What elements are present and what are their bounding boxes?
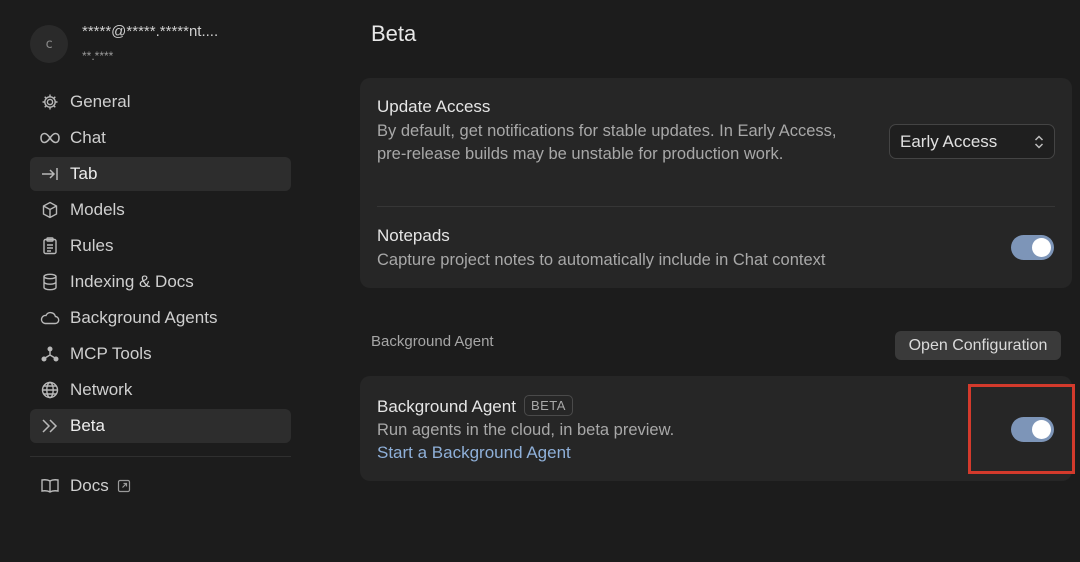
sidebar-item-tab[interactable]: Tab [30, 157, 291, 191]
sidebar-item-label: Rules [70, 236, 114, 255]
sidebar-item-indexing-docs[interactable]: Indexing & Docs [30, 265, 291, 299]
update-access-select-value: Early Access [900, 131, 998, 151]
sidebar-item-label: Network [70, 380, 133, 399]
gear-icon [39, 93, 61, 111]
clipboard-icon [39, 237, 61, 255]
sidebar-nav: General Chat Tab Models Rules Indexing &… [30, 85, 291, 445]
highlight-annotation [968, 384, 1075, 474]
open-configuration-button[interactable]: Open Configuration [895, 331, 1061, 360]
sidebar-item-label: Background Agents [70, 308, 218, 327]
update-access-title: Update Access [377, 97, 491, 116]
sidebar-item-label: Indexing & Docs [70, 272, 194, 291]
sidebar-item-docs[interactable]: Docs [30, 469, 291, 503]
sidebar-item-label: Beta [70, 416, 105, 435]
sidebar-item-mcp-tools[interactable]: MCP Tools [30, 337, 291, 371]
update-access-description: By default, get notifications for stable… [377, 122, 837, 163]
sidebar: c *****@*****.*****nt.... **.**** Genera… [0, 0, 310, 562]
sidebar-item-label: Tab [70, 164, 98, 183]
sidebar-item-models[interactable]: Models [30, 193, 291, 227]
sidebar-item-label: MCP Tools [70, 344, 152, 363]
notepads-description: Capture project notes to automatically i… [377, 251, 826, 269]
book-icon [39, 477, 61, 495]
sidebar-item-label: Chat [70, 128, 106, 147]
external-link-icon [117, 479, 131, 493]
docs-label: Docs [70, 476, 109, 495]
sidebar-item-chat[interactable]: Chat [30, 121, 291, 155]
background-agent-title: Background Agent [377, 397, 516, 416]
database-icon [39, 273, 61, 291]
tab-arrow-icon [39, 165, 61, 183]
settings-window: c *****@*****.*****nt.... **.**** Genera… [0, 0, 1080, 562]
notepads-toggle[interactable] [1011, 235, 1054, 260]
toggle-knob [1032, 238, 1051, 257]
cloud-icon [39, 309, 61, 327]
sidebar-item-label: General [70, 92, 131, 111]
card-divider [377, 206, 1055, 207]
infinity-icon [39, 129, 61, 147]
background-agent-card: Background Agent BETA Run agents in the c… [360, 376, 1072, 481]
start-background-agent-link[interactable]: Start a Background Agent [377, 443, 571, 463]
globe-icon [39, 381, 61, 399]
page-title: Beta [371, 21, 417, 46]
update-access-select[interactable]: Early Access [889, 124, 1055, 159]
account-header: c *****@*****.*****nt.... **.**** [30, 22, 300, 66]
sidebar-item-rules[interactable]: Rules [30, 229, 291, 263]
background-agent-section-label: Background Agent [371, 333, 494, 350]
sidebar-item-beta[interactable]: Beta [30, 409, 291, 443]
sidebar-item-background-agents[interactable]: Background Agents [30, 301, 291, 335]
chevron-up-down-icon [1033, 133, 1045, 151]
beta-badge: BETA [523, 395, 573, 416]
double-chevron-icon [39, 417, 61, 435]
background-agent-title-row: Background Agent BETA [377, 395, 573, 417]
account-name: *****@*****.*****nt.... [82, 23, 219, 40]
cube-icon [39, 201, 61, 219]
beta-settings-card: Update Access By default, get notificati… [360, 78, 1072, 288]
background-agent-description: Run agents in the cloud, in beta preview… [377, 421, 675, 439]
sidebar-item-label: Models [70, 200, 125, 219]
sidebar-divider [30, 456, 291, 457]
sidebar-item-network[interactable]: Network [30, 373, 291, 407]
sidebar-item-general[interactable]: General [30, 85, 291, 119]
avatar: c [30, 25, 68, 63]
notepads-title: Notepads [377, 226, 450, 245]
nodes-icon [39, 345, 61, 363]
account-email: **.**** [82, 49, 114, 63]
